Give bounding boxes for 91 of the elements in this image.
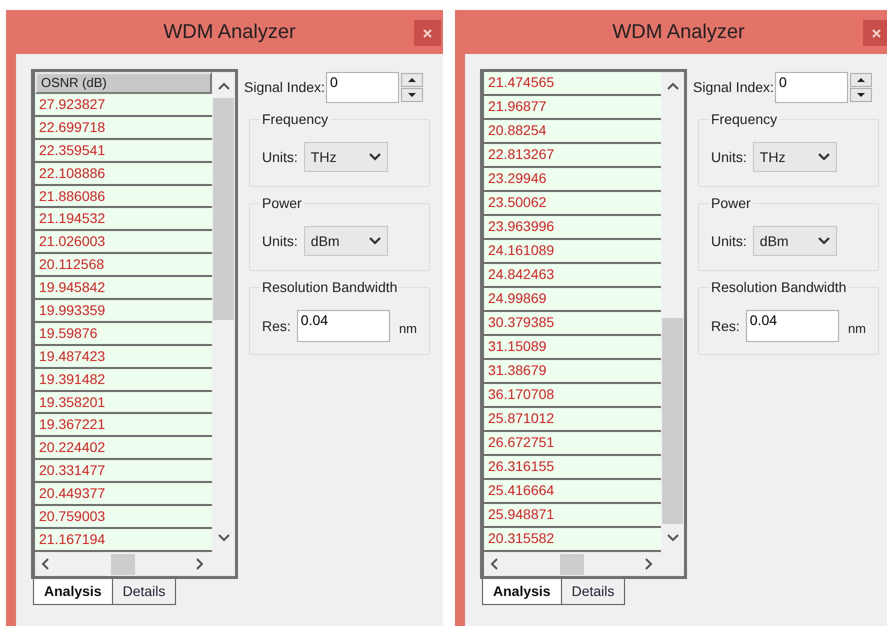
- chevron-down-icon: [818, 237, 830, 245]
- chevron-down-icon: [368, 237, 381, 245]
- table-cell: 20.224402: [35, 437, 212, 460]
- window-title: WDM Analyzer: [163, 20, 296, 45]
- scroll-left-icon[interactable]: [41, 558, 49, 570]
- table-cell: 19.945842: [35, 277, 212, 300]
- scroll-down-icon[interactable]: [218, 534, 230, 542]
- table-cell: 22.813267: [484, 144, 661, 168]
- table-cell: 24.842463: [484, 264, 661, 288]
- tab[interactable]: Details: [112, 579, 176, 605]
- horizontal-scrollbar[interactable]: [484, 552, 684, 576]
- close-icon: [423, 28, 432, 38]
- tab[interactable]: Details: [562, 579, 626, 605]
- table-cell: 23.29946: [484, 168, 661, 192]
- table-cell: 36.170708: [484, 384, 661, 408]
- signal-index-field[interactable]: 0: [326, 72, 399, 103]
- window-title: WDM Analyzer: [612, 20, 745, 45]
- table-cell: 21.026003: [35, 231, 212, 254]
- table-cell: 19.487423: [35, 346, 212, 369]
- table-cell: 21.474565: [484, 72, 661, 96]
- table-cell: 19.367221: [35, 414, 212, 438]
- units-dropdown[interactable]: dBm: [752, 226, 837, 256]
- spinner-buttons[interactable]: [400, 73, 423, 102]
- table-cell: 26.672751: [484, 432, 661, 456]
- scroll-down-icon[interactable]: [666, 534, 678, 542]
- field-label: Units:: [262, 148, 298, 166]
- table-cell: 26.316155: [484, 456, 661, 480]
- table-cell: 21.886086: [35, 186, 212, 208]
- table-cell: 20.331477: [35, 460, 212, 484]
- units-dropdown[interactable]: THz: [304, 142, 388, 172]
- table-cell: 24.99869: [484, 288, 661, 312]
- table-cell: 24.161089: [484, 240, 661, 264]
- table-cell: 19.391482: [35, 368, 212, 392]
- close-icon: [872, 28, 881, 38]
- unit-label: nm: [398, 320, 417, 338]
- table-cell: 20.112568: [35, 254, 212, 278]
- scroll-thumb[interactable]: [110, 554, 134, 574]
- unit-label: nm: [848, 320, 866, 338]
- field-label: Signal Index:: [244, 78, 325, 97]
- tab[interactable]: Analysis: [482, 579, 562, 605]
- scroll-up-icon[interactable]: [666, 82, 678, 90]
- horizontal-scrollbar[interactable]: [35, 552, 235, 576]
- field-label: Res:: [711, 316, 740, 336]
- field-label: Signal Index:: [693, 78, 774, 97]
- field-label: Units:: [262, 232, 298, 250]
- table-cell: 22.108886: [35, 162, 212, 186]
- table-cell: 30.379385: [484, 312, 661, 336]
- close-button[interactable]: [414, 20, 441, 46]
- table-cell: 25.416664: [484, 480, 661, 504]
- table-cell: 19.993359: [35, 300, 212, 323]
- vertical-scrollbar[interactable]: [661, 72, 684, 552]
- res-field[interactable]: 0.04: [746, 310, 839, 342]
- table-cell: 31.38679: [484, 360, 661, 384]
- table-cell: 19.358201: [35, 392, 212, 414]
- scroll-thumb[interactable]: [560, 554, 584, 574]
- table-cell: 21.167194: [35, 528, 212, 552]
- field-label: Res:: [262, 316, 291, 336]
- scroll-thumb[interactable]: [213, 98, 234, 320]
- res-field[interactable]: 0.04: [296, 310, 390, 342]
- close-button[interactable]: [863, 20, 887, 46]
- table-cell: 19.59876: [35, 322, 212, 346]
- table-cell: 21.96877: [484, 96, 661, 120]
- signal-index-field[interactable]: 0: [774, 72, 848, 103]
- table-cell: 20.449377: [35, 483, 212, 506]
- scroll-right-icon[interactable]: [196, 558, 204, 570]
- table-cell: 25.871012: [484, 408, 661, 432]
- field-label: Units:: [711, 232, 747, 250]
- table-cell: 20.88254: [484, 120, 661, 144]
- table-cell: 23.50062: [484, 192, 661, 216]
- vertical-scrollbar[interactable]: [212, 72, 235, 552]
- table-cell: 25.948871: [484, 504, 661, 528]
- table-cell: 22.699718: [35, 116, 212, 140]
- table-cell: 22.359541: [35, 140, 212, 163]
- scroll-left-icon[interactable]: [490, 558, 498, 570]
- table-cell: 20.315582: [484, 528, 661, 552]
- field-label: Units:: [711, 148, 747, 166]
- chevron-down-icon: [818, 153, 830, 161]
- spinner-buttons[interactable]: [850, 73, 872, 102]
- scroll-thumb[interactable]: [662, 318, 683, 524]
- chevron-down-icon: [368, 153, 381, 161]
- scroll-up-icon[interactable]: [218, 82, 230, 90]
- table-cell: 31.15089: [484, 336, 661, 360]
- units-dropdown[interactable]: THz: [752, 142, 837, 172]
- tab[interactable]: Analysis: [33, 579, 113, 605]
- table-cell: 21.194532: [35, 208, 212, 232]
- units-dropdown[interactable]: dBm: [304, 226, 388, 256]
- scroll-right-icon[interactable]: [645, 558, 653, 570]
- table-cell: 23.963996: [484, 216, 661, 240]
- table-cell: 20.759003: [35, 506, 212, 529]
- column-header[interactable]: OSNR (dB): [35, 72, 212, 94]
- table-cell: 27.923827: [35, 94, 212, 117]
